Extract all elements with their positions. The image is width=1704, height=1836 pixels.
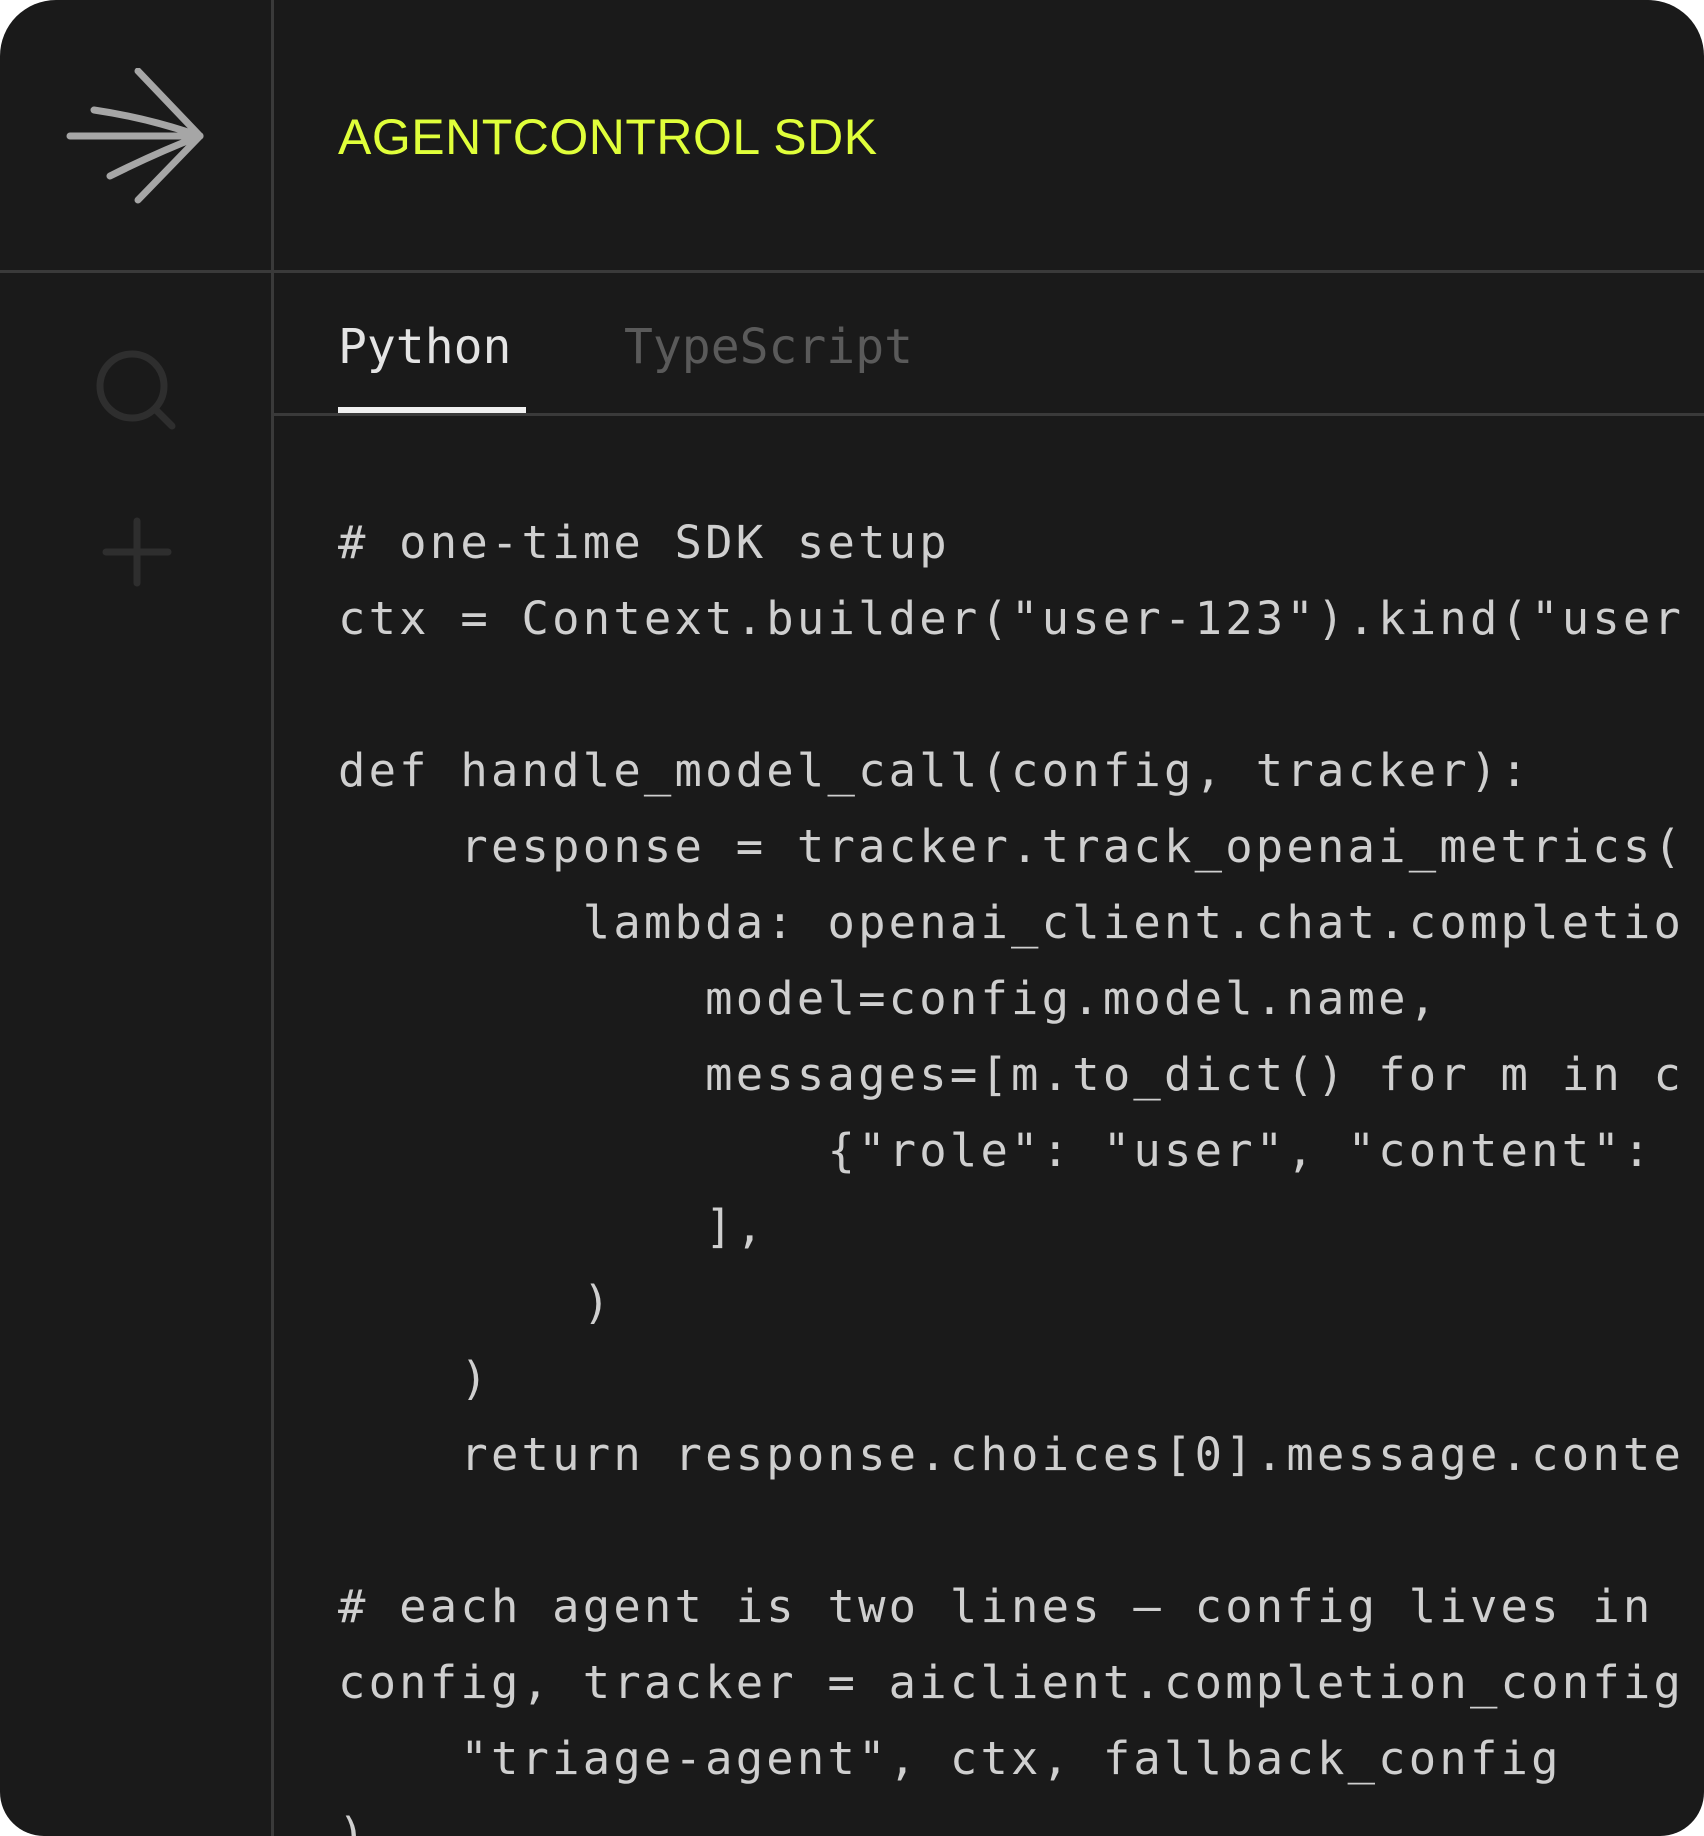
header: AGENTCONTROL SDK	[274, 0, 1704, 273]
code-line: )	[338, 1276, 614, 1329]
code-line: "triage-agent", ctx, fallback_config	[338, 1732, 1562, 1785]
code-line: return response.choices[0].message.conte	[338, 1428, 1685, 1481]
code-line: # one-time SDK setup	[338, 516, 950, 569]
code-line: )	[338, 1808, 369, 1836]
code-line: ],	[338, 1200, 767, 1253]
plus-icon[interactable]	[92, 507, 182, 597]
code-line: {"role": "user", "content":	[338, 1124, 1654, 1177]
code-line: response = tracker.track_openai_metrics(	[338, 820, 1685, 873]
code-line: )	[338, 1352, 491, 1405]
tab-python[interactable]: Python	[338, 317, 511, 377]
arrow-burst-icon	[66, 68, 204, 204]
app-window: AGENTCONTROL SDK Python TypeScript # one…	[0, 0, 1704, 1836]
code-line: model=config.model.name,	[338, 972, 1440, 1025]
code-line: messages=[m.to_dict() for m in c	[338, 1048, 1685, 1101]
tab-typescript[interactable]: TypeScript	[624, 317, 913, 377]
code-line: # each agent is two lines — config lives…	[338, 1580, 1654, 1633]
code-line: lambda: openai_client.chat.completio	[338, 896, 1685, 949]
code-block: # one-time SDK setup ctx = Context.build…	[338, 505, 1704, 1836]
language-tabs: Python TypeScript	[274, 273, 1704, 416]
page-title: AGENTCONTROL SDK	[338, 109, 878, 165]
code-line: def handle_model_call(config, tracker):	[338, 744, 1532, 797]
code-line: config, tracker = aiclient.completion_co…	[338, 1656, 1685, 1709]
sidebar	[0, 0, 274, 1836]
search-icon[interactable]	[92, 346, 182, 436]
active-tab-indicator	[338, 407, 526, 413]
code-line: ctx = Context.builder("user-123").kind("…	[338, 592, 1685, 645]
logo-cell	[0, 0, 271, 273]
